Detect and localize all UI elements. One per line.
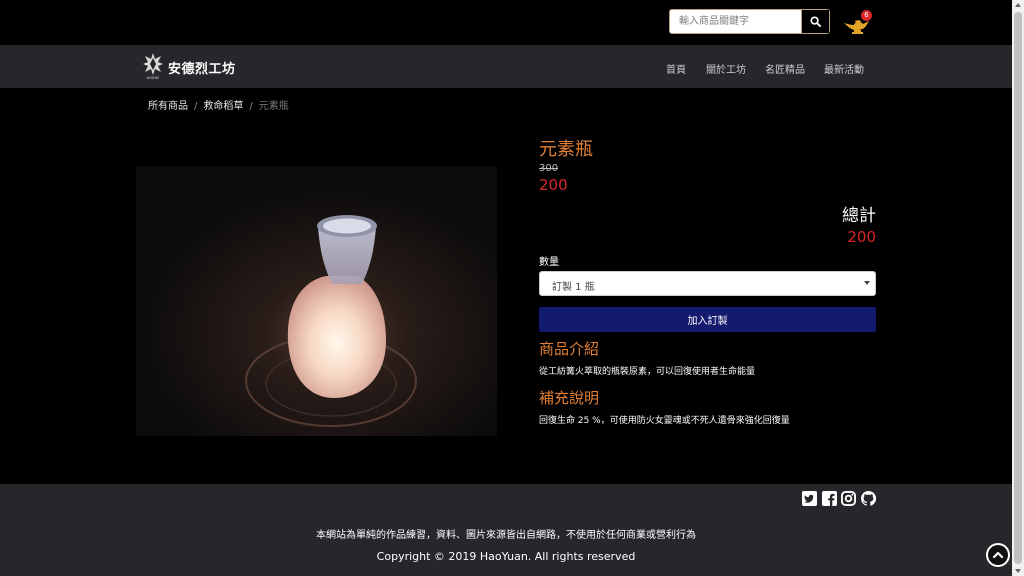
sale-price: 200 xyxy=(539,176,568,194)
breadcrumb-separator: / xyxy=(249,101,253,112)
total-value: 200 xyxy=(847,228,876,246)
facebook-link[interactable] xyxy=(822,491,837,506)
add-to-order-button[interactable]: 加入訂製 xyxy=(539,307,876,332)
scroll-up-arrow-icon[interactable] xyxy=(1015,3,1021,7)
search-button[interactable] xyxy=(801,10,829,33)
instagram-link[interactable] xyxy=(841,491,856,506)
footer-copyright: Copyright © 2019 HaoYuan. All rights res… xyxy=(376,550,636,563)
cart-button[interactable]: 6 xyxy=(842,10,872,36)
twitter-icon xyxy=(802,491,817,506)
original-price: 300 xyxy=(539,163,559,174)
nav-item-events[interactable]: 最新活動 xyxy=(824,61,864,76)
search-input[interactable] xyxy=(670,10,803,33)
product-title: 元素瓶 xyxy=(539,139,593,160)
top-bar: 6 xyxy=(0,0,1012,45)
search-box xyxy=(669,9,830,34)
notes-text: 回復生命 25 %，可使用防火女靈魂或不死人遺骨來強化回復量 xyxy=(539,416,790,426)
navbar: ANDRE 安德烈工坊 首頁 關於工坊 名匠精品 最新活動 xyxy=(0,45,1012,88)
nav-item-about[interactable]: 關於工坊 xyxy=(706,61,746,76)
breadcrumb: 所有商品 / 救命稻草 / 元素瓶 xyxy=(148,97,289,112)
total-label: 總計 xyxy=(842,206,876,226)
product-image xyxy=(136,166,497,436)
instagram-icon xyxy=(841,491,856,506)
chevron-down-icon xyxy=(864,281,870,285)
breadcrumb-all-products[interactable]: 所有商品 xyxy=(148,101,188,112)
breadcrumb-current: 元素瓶 xyxy=(258,101,289,112)
breadcrumb-category[interactable]: 救命稻草 xyxy=(203,101,243,112)
back-to-top-button[interactable] xyxy=(986,543,1010,567)
search-icon xyxy=(810,16,821,27)
github-link[interactable] xyxy=(861,491,876,506)
brand-name[interactable]: 安德烈工坊 xyxy=(168,58,236,77)
quantity-select[interactable]: 訂製 1 瓶 xyxy=(539,271,876,296)
nav-item-masterworks[interactable]: 名匠精品 xyxy=(765,61,805,76)
twitter-link[interactable] xyxy=(802,491,817,506)
quantity-selected-value: 訂製 1 瓶 xyxy=(552,282,595,293)
logo-icon[interactable]: ANDRE xyxy=(142,52,164,80)
quantity-label: 數量 xyxy=(539,257,559,268)
chevron-up-icon xyxy=(992,551,1004,559)
logo-text: ANDRE xyxy=(147,76,160,80)
breadcrumb-separator: / xyxy=(194,101,198,112)
nav-item-home[interactable]: 首頁 xyxy=(666,61,686,76)
facebook-icon xyxy=(822,491,837,506)
glowing-bottle-illustration xyxy=(136,166,497,436)
footer-disclaimer: 本網站為單純的作品練習，資料、圖片來源皆出自網路，不使用於任何商業或營利行為 xyxy=(316,530,696,541)
footer: 本網站為單純的作品練習，資料、圖片來源皆出自網路，不使用於任何商業或營利行為 C… xyxy=(0,484,1012,576)
cart-count-badge: 6 xyxy=(861,10,872,21)
page-scrollbar[interactable] xyxy=(1012,0,1024,576)
scroll-down-arrow-icon[interactable] xyxy=(1015,569,1021,573)
scrollbar-thumb[interactable] xyxy=(1014,12,1022,564)
intro-heading: 商品介紹 xyxy=(539,340,600,358)
intro-text: 從工紡篝火萃取的瓶裝原素，可以回復使用者生命能量 xyxy=(539,367,756,377)
github-icon xyxy=(861,491,876,506)
notes-heading: 補充說明 xyxy=(539,389,600,407)
